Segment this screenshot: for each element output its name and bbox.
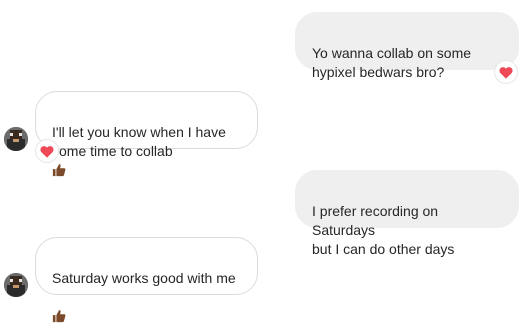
avatar[interactable] bbox=[4, 273, 28, 297]
heart-icon bbox=[40, 145, 54, 158]
message-reaction[interactable] bbox=[495, 61, 517, 83]
message-bubble-received[interactable]: Saturday works good with me bbox=[35, 237, 258, 323]
thumbs-up-icon bbox=[52, 310, 66, 323]
message-text: Saturday works good with me bbox=[52, 270, 236, 286]
thumbs-up-icon bbox=[52, 164, 66, 177]
message-text: I'll let you know when I have some time … bbox=[52, 124, 226, 159]
avatar[interactable] bbox=[4, 127, 28, 151]
message-text: I prefer recording on Saturdays but I ca… bbox=[312, 203, 455, 257]
message-text: Yo wanna collab on some hypixel bedwars … bbox=[312, 45, 472, 80]
message-reaction[interactable] bbox=[36, 140, 58, 162]
message-bubble-sent[interactable]: I prefer recording on Saturdays but I ca… bbox=[295, 170, 519, 257]
avatar-image bbox=[4, 273, 28, 297]
avatar-image bbox=[4, 127, 28, 151]
heart-icon bbox=[499, 66, 513, 79]
message-bubble-sent[interactable]: Yo wanna collab on some hypixel bedwars … bbox=[295, 12, 519, 80]
message-bubble-received[interactable]: I'll let you know when I have some time … bbox=[35, 91, 258, 177]
